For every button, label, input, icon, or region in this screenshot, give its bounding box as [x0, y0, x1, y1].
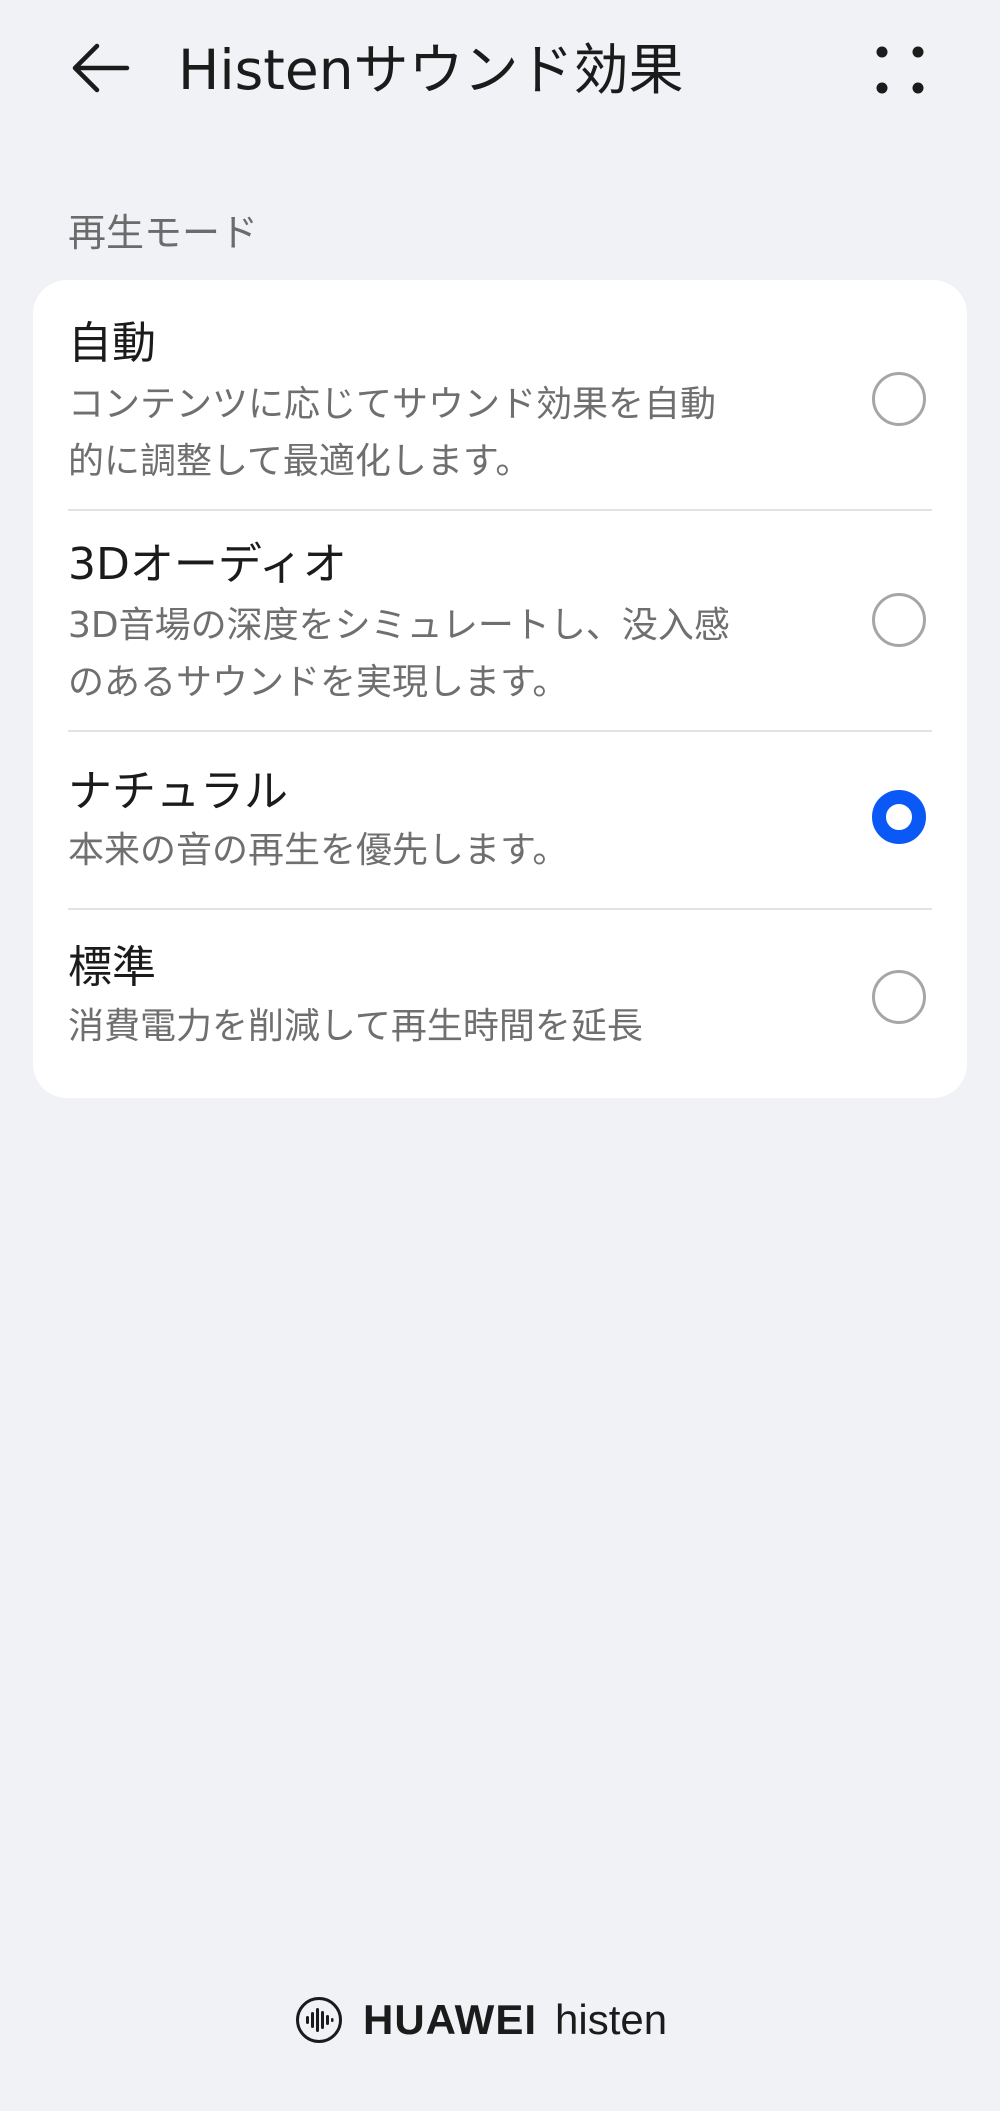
option-description-line: 本来の音の再生を優先します。: [68, 830, 569, 871]
brand-sub: histen: [555, 1996, 668, 2043]
radio-3d-audio[interactable]: [872, 593, 926, 647]
option-description-line: 消費電力を削減して再生時間を延長: [68, 1006, 643, 1047]
option-description: 本来の音の再生を優先します。: [68, 822, 808, 879]
brand-name: HUAWEI: [363, 1996, 537, 2043]
histen-logo-icon: [296, 1997, 342, 2043]
radio-natural[interactable]: [872, 790, 926, 844]
back-button[interactable]: [60, 32, 140, 104]
more-options-button[interactable]: [868, 38, 932, 102]
radio-standard[interactable]: [872, 970, 926, 1024]
option-description: 3D音場の深度をシミュレートし、没入感 のあるサウンドを実現します。: [68, 597, 808, 711]
arrow-left-icon: [72, 43, 130, 93]
option-description: コンテンツに応じてサウンド効果を自動 的に調整して最適化します。: [68, 376, 808, 490]
playback-mode-card: 自動 コンテンツに応じてサウンド効果を自動 的に調整して最適化します。 3Dオー…: [33, 280, 967, 1098]
option-description: 消費電力を削減して再生時間を延長: [68, 998, 808, 1055]
option-3d-audio[interactable]: 3Dオーディオ 3D音場の深度をシミュレートし、没入感 のあるサウンドを実現しま…: [33, 511, 967, 731]
option-title: 自動: [68, 318, 156, 369]
more-dots-icon: [876, 46, 924, 94]
option-title: 3Dオーディオ: [68, 539, 347, 590]
huawei-histen-logo: HUAWEI histen: [295, 1990, 667, 2050]
option-title: 標準: [68, 942, 156, 993]
page-title: Histenサウンド効果: [178, 38, 684, 102]
option-auto[interactable]: 自動 コンテンツに応じてサウンド効果を自動 的に調整して最適化します。: [33, 280, 967, 510]
option-standard[interactable]: 標準 消費電力を削減して再生時間を延長: [33, 910, 967, 1098]
radio-auto[interactable]: [872, 372, 926, 426]
option-description-line: のあるサウンドを実現します。: [68, 662, 569, 703]
title-bar: Histenサウンド効果: [0, 0, 1000, 140]
option-title: ナチュラル: [68, 766, 288, 817]
option-description-line: 的に調整して最適化します。: [68, 441, 532, 482]
option-description-line: コンテンツに応じてサウンド効果を自動: [68, 384, 717, 425]
option-natural[interactable]: ナチュラル 本来の音の再生を優先します。: [33, 732, 967, 908]
section-label: 再生モード: [68, 211, 259, 255]
option-description-line: 3D音場の深度をシミュレートし、没入感: [68, 605, 730, 646]
